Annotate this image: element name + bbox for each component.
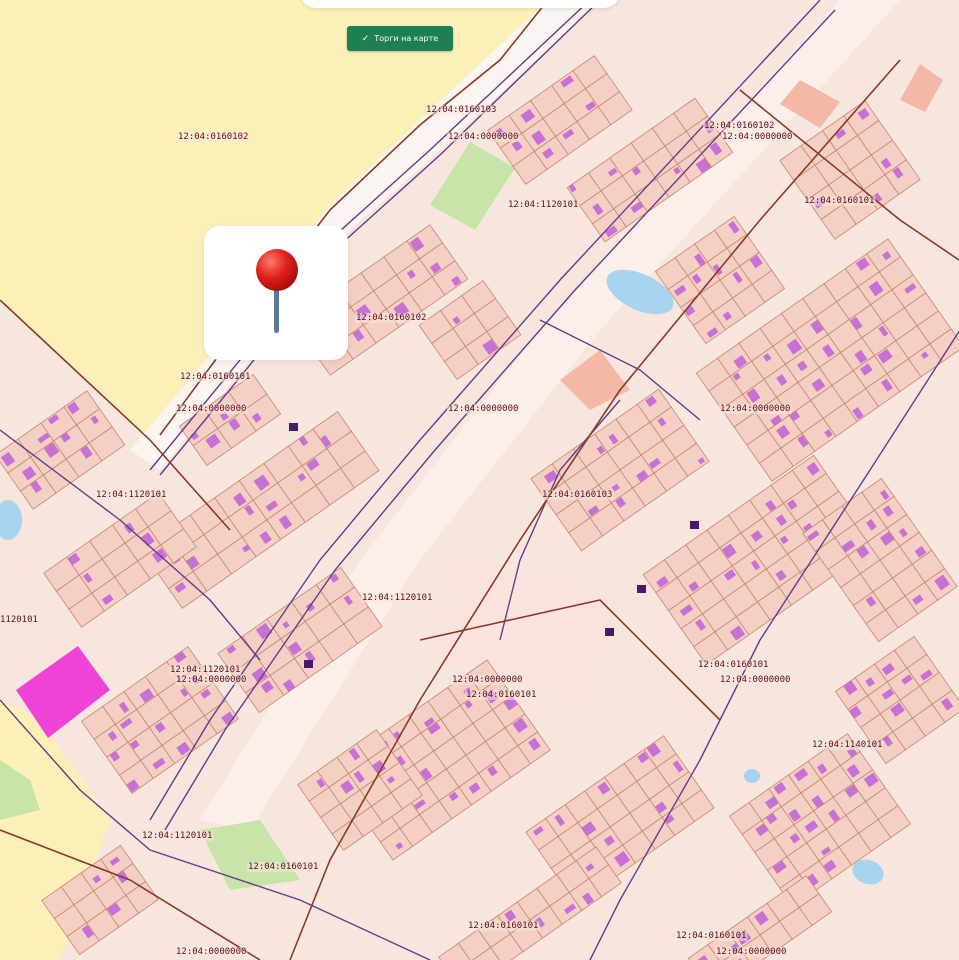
label-9: 12:04:0000000 bbox=[447, 404, 520, 414]
building-marker bbox=[690, 521, 699, 529]
label-16: 12:04:1120101 bbox=[169, 665, 242, 675]
label-2: 12:04:0000000 bbox=[447, 132, 520, 142]
label-21: 12:04:0000000 bbox=[719, 675, 792, 685]
cadastral-label: 12:04:0000000 bbox=[448, 132, 518, 142]
cadastral-label: 12:04:0160101 bbox=[248, 862, 318, 872]
label-6: 12:04:0160102 bbox=[355, 313, 428, 323]
cadastral-label: 12:04:0160103 bbox=[426, 105, 496, 115]
label-28: 12:04:0000000 bbox=[715, 947, 788, 957]
cadastral-label: 1120101 bbox=[0, 615, 38, 625]
pond bbox=[744, 769, 760, 783]
cadastral-label: 12:04:0160101 bbox=[698, 660, 768, 670]
building-marker bbox=[605, 628, 614, 636]
location-marker-card[interactable] bbox=[204, 226, 348, 360]
pushpin-icon bbox=[256, 249, 298, 333]
cadastral-label: 12:04:1120101 bbox=[170, 665, 240, 675]
cadastral-label: 12:04:1120101 bbox=[362, 593, 432, 603]
cadastral-map[interactable]: 12:04:0160102 12:04:0160103 12:04:000000… bbox=[0, 0, 959, 960]
label-11: 12:04:0160103 bbox=[541, 490, 614, 500]
cadastral-label: 12:04:0160101 bbox=[180, 372, 250, 382]
map-viewport[interactable]: 12:04:0160102 12:04:0160103 12:04:000000… bbox=[0, 0, 959, 960]
cadastral-label: 12:04:1120101 bbox=[508, 200, 578, 210]
cadastral-label: 12:04:0160101 bbox=[466, 690, 536, 700]
cadastral-label: 12:04:0000000 bbox=[716, 947, 786, 957]
cadastral-label: 12:04:0160103 bbox=[542, 490, 612, 500]
label-27: 12:04:0000000 bbox=[175, 947, 248, 957]
torgi-map-button[interactable]: ✓ Торги на карте bbox=[347, 26, 453, 51]
label-3: 12:04:1120101 bbox=[507, 200, 580, 210]
label-4: 12:04:0160102 bbox=[703, 121, 776, 131]
label-19: 12:04:0160101 bbox=[465, 690, 538, 700]
cadastral-label: 12:04:0000000 bbox=[176, 404, 246, 414]
cadastral-label: 12:04:1140101 bbox=[812, 740, 882, 750]
label-22: 12:04:1140101 bbox=[811, 740, 884, 750]
cadastral-label: 12:04:0160101 bbox=[676, 931, 746, 941]
label-13: 12:04:0160101 bbox=[179, 372, 252, 382]
label-7: 12:04:0000000 bbox=[721, 132, 794, 142]
label-17: 12:04:0000000 bbox=[175, 675, 248, 685]
torgi-map-label: Торги на карте bbox=[374, 34, 439, 43]
cadastral-label: 12:04:0000000 bbox=[722, 132, 792, 142]
label-18: 12:04:0000000 bbox=[451, 675, 524, 685]
label-23: 12:04:1120101 bbox=[141, 831, 214, 841]
cadastral-label: 12:04:1120101 bbox=[96, 490, 166, 500]
cadastral-label: 12:04:0000000 bbox=[720, 404, 790, 414]
bottom-sheet-handle[interactable] bbox=[300, 0, 620, 8]
label-26: 12:04:0160101 bbox=[675, 931, 748, 941]
label-10: 12:04:1120101 bbox=[95, 490, 168, 500]
cadastral-label: 12:04:0000000 bbox=[452, 675, 522, 685]
cadastral-label: 12:04:0000000 bbox=[720, 675, 790, 685]
cadastral-label: 12:04:0000000 bbox=[176, 947, 246, 957]
check-icon: ✓ bbox=[361, 33, 370, 44]
label-1: 12:04:0160103 bbox=[425, 105, 498, 115]
cadastral-label: 12:04:0160102 bbox=[704, 121, 774, 131]
label-12: 12:04:0000000 bbox=[719, 404, 792, 414]
cadastral-label: 12:04:0000000 bbox=[448, 404, 518, 414]
cadastral-label: 12:04:0160101 bbox=[804, 196, 874, 206]
cadastral-label: 12:04:0160101 bbox=[468, 921, 538, 931]
label-20: 12:04:0160101 bbox=[697, 660, 770, 670]
building-marker bbox=[289, 423, 298, 431]
building-marker bbox=[304, 660, 313, 668]
label-25: 12:04:0160101 bbox=[467, 921, 540, 931]
cadastral-label: 12:04:0000000 bbox=[176, 675, 246, 685]
label-15: 1120101 bbox=[0, 615, 39, 625]
cadastral-label: 12:04:1120101 bbox=[142, 831, 212, 841]
label-24: 12:04:0160101 bbox=[247, 862, 320, 872]
label-0: 12:04:0160102 bbox=[177, 132, 250, 142]
label-8: 12:04:0000000 bbox=[175, 404, 248, 414]
label-5: 12:04:0160101 bbox=[803, 196, 876, 206]
label-14: 12:04:1120101 bbox=[361, 593, 434, 603]
building-marker bbox=[637, 585, 646, 593]
cadastral-label: 12:04:0160102 bbox=[356, 313, 426, 323]
cadastral-label: 12:04:0160102 bbox=[178, 132, 248, 142]
